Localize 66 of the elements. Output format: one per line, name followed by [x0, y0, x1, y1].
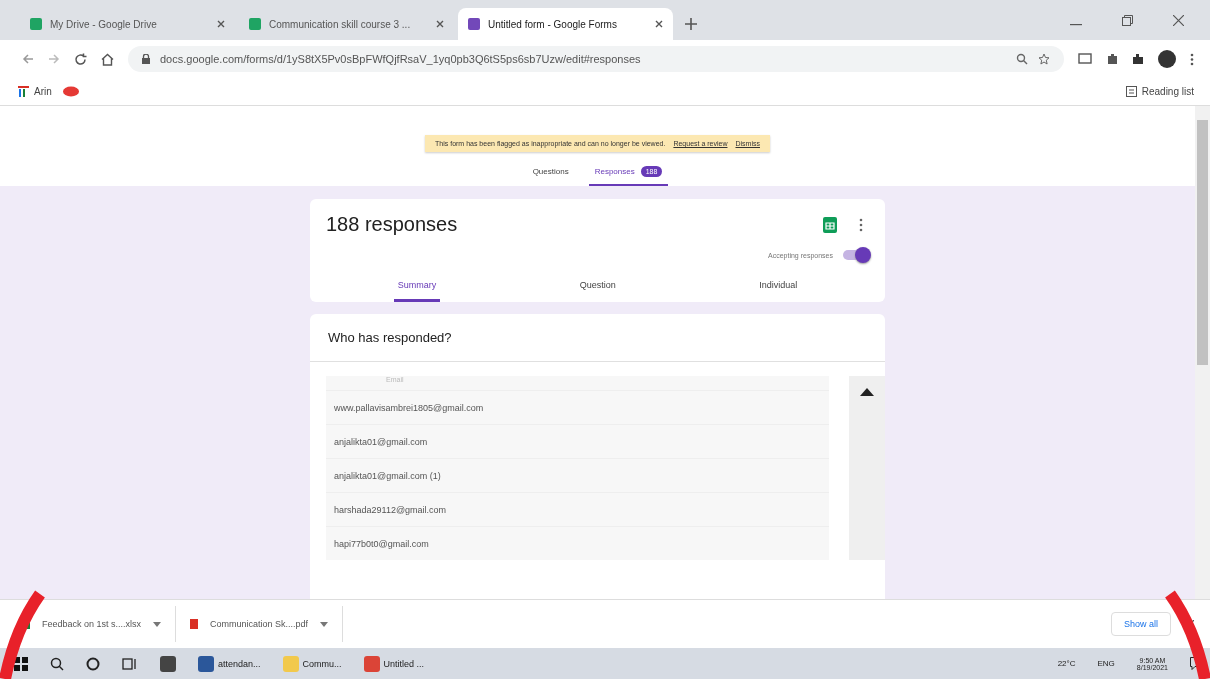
search-icon[interactable]: [50, 656, 64, 671]
email-row[interactable]: www.pallavisambrei1805@gmail.com: [326, 390, 829, 424]
caret-icon[interactable]: [153, 621, 162, 627]
app-icon: [363, 655, 380, 672]
taskbar-app[interactable]: [160, 655, 176, 672]
email-row[interactable]: harshada29112@gmail.com: [326, 492, 829, 526]
section-title: Who has responded?: [310, 314, 885, 362]
cast-icon[interactable]: [1078, 53, 1092, 65]
language-label: ENG: [1097, 659, 1115, 668]
toggle-switch[interactable]: [843, 250, 869, 260]
new-tab-icon[interactable]: [685, 18, 697, 30]
cortana-icon[interactable]: [86, 656, 100, 671]
taskbar-app[interactable]: Untitled ...: [363, 655, 425, 672]
caret-icon[interactable]: [320, 621, 329, 627]
close-tab-icon[interactable]: [217, 20, 225, 28]
close-icon[interactable]: [1173, 15, 1184, 26]
close-tab-icon[interactable]: [436, 20, 444, 28]
app-icon: [198, 655, 214, 672]
bookmark-link[interactable]: Arin: [18, 86, 52, 97]
puzzle-icon[interactable]: [1132, 53, 1144, 65]
start-icon[interactable]: [14, 656, 28, 671]
file-icon: [190, 619, 199, 629]
lock-icon[interactable]: [142, 54, 150, 64]
reload-icon[interactable]: [74, 52, 87, 66]
email-row[interactable]: hapi77b0t0@gmail.com: [326, 526, 829, 560]
responses-title: 188 responses: [326, 213, 458, 236]
taskbar-app[interactable]: Commu...: [282, 655, 342, 672]
task-view-icon[interactable]: [122, 657, 138, 670]
bookmark-logo-icon[interactable]: [61, 86, 80, 97]
temperature-label: 22°C: [1057, 659, 1076, 668]
view-tab[interactable]: Individual: [755, 274, 802, 302]
email-row[interactable]: anjalikta01@gmail.com (1): [326, 458, 829, 492]
apps-icon: [18, 86, 29, 97]
close-tab-icon[interactable]: [655, 20, 663, 28]
tab-favicon-icon: [30, 18, 42, 30]
browser-tab[interactable]: My Drive - Google Drive: [20, 8, 235, 40]
tab-favicon-icon: [468, 18, 480, 30]
browser-tab[interactable]: Communication skill course 3 ...: [239, 8, 454, 40]
minimize-icon[interactable]: [1070, 24, 1082, 26]
browser-tab[interactable]: Untitled form - Google Forms: [458, 8, 673, 40]
show-all-button[interactable]: Show all: [1110, 612, 1171, 636]
form-tab[interactable]: Questions: [526, 162, 575, 186]
menu-icon[interactable]: [1190, 52, 1194, 66]
download-item[interactable]: Communication Sk....pdf: [190, 606, 344, 642]
extension-icon[interactable]: [1106, 53, 1118, 65]
star-icon[interactable]: [1038, 53, 1050, 65]
view-tab[interactable]: Summary: [393, 274, 441, 302]
view-tab[interactable]: Question: [575, 274, 620, 302]
app-icon: [282, 655, 299, 672]
list-scrollbar[interactable]: [849, 376, 885, 560]
email-row[interactable]: anjalikta01@gmail.com: [326, 424, 829, 458]
restore-icon[interactable]: [1122, 15, 1133, 26]
page-scrollbar[interactable]: [1195, 106, 1210, 599]
zoom-icon[interactable]: [1016, 53, 1028, 65]
scroll-up-icon[interactable]: [860, 388, 874, 396]
app-icon: [160, 655, 176, 672]
reading-list-button[interactable]: Reading list: [1125, 86, 1194, 97]
reading-list-icon: [1125, 86, 1137, 97]
tab-favicon-icon: [249, 18, 261, 30]
home-icon[interactable]: [101, 52, 114, 66]
back-icon[interactable]: [22, 53, 34, 65]
more-options-icon[interactable]: [859, 217, 863, 232]
address-bar[interactable]: docs.google.com/forms/d/1yS8tX5Pv0sBpFWfQjfRsaV_1yq0pb3Q6tS5ps6sb7Uzw/edit#responses: [128, 46, 1064, 72]
profile-avatar[interactable]: [1158, 50, 1176, 68]
taskbar-app[interactable]: attendan...: [198, 655, 261, 672]
spreadsheet-icon[interactable]: [823, 216, 837, 233]
